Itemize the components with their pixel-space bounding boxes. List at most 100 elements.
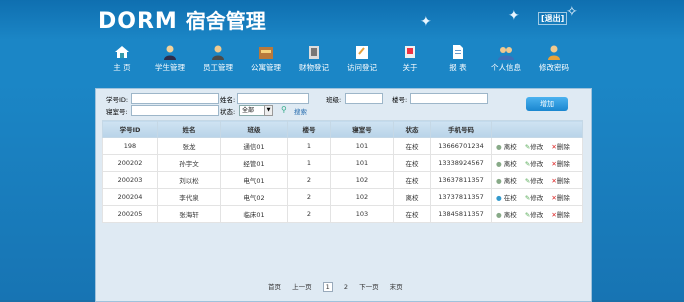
password-icon [548,45,560,60]
next-page-link[interactable]: 下一页 [359,283,379,291]
edit-link[interactable]: ✎修改 [525,143,543,151]
edit-label: 修改 [530,143,544,151]
brand-en: DORM [98,9,178,34]
cell-building: 2 [287,188,331,206]
last-page-link[interactable]: 末页 [390,283,403,291]
nav-item-property[interactable]: 财物登记 [290,44,338,73]
cell-id: 200204 [102,188,158,206]
cell-actions: ● 离校 ✎修改 ✕删除 [491,154,583,172]
dorm-label: 寝室号: [106,108,128,116]
edit-label: 修改 [530,211,544,219]
toggle-status-link[interactable]: ● 离校 [496,143,517,151]
nav-item-about[interactable]: 关于 [386,44,434,73]
edit-link[interactable]: ✎修改 [525,194,543,202]
toggle-status-link[interactable]: ● 离校 [496,177,517,185]
nav-item-staff[interactable]: 员工管理 [194,44,242,73]
cell-name: 孙宇文 [157,154,221,172]
edit-label: 修改 [530,194,544,202]
edit-link[interactable]: ✎修改 [525,211,543,219]
dot-icon: ● [496,143,502,151]
prev-page-link[interactable]: 上一页 [292,283,312,291]
column-header: 手机号码 [430,120,492,138]
column-header: 状态 [393,120,431,138]
property-icon [309,46,319,59]
first-page-link[interactable]: 首页 [268,283,281,291]
edit-link[interactable]: ✎修改 [525,160,543,168]
delete-link[interactable]: ✕删除 [551,143,569,151]
cell-name: 张海轩 [157,205,221,223]
nav-item-profile[interactable]: 个人信息 [482,44,530,73]
cell-class: 电气01 [220,171,288,189]
toggle-status-link[interactable]: ● 在校 [496,194,517,202]
chevron-down-icon[interactable]: ▼ [264,105,273,116]
dorm-input[interactable] [131,105,219,116]
cell-room: 102 [330,188,394,206]
nav-item-visits[interactable]: 访问登记 [338,44,386,73]
name-input[interactable] [237,93,309,104]
profile-icon [498,47,514,60]
cell-building: 2 [287,171,331,189]
class-label: 班级: [326,96,342,104]
nav-label: 访问登记 [347,63,377,72]
dot-icon: ● [496,177,502,185]
edit-link[interactable]: ✎修改 [525,177,543,185]
table-row: 200203 刘以松 电气01 2 102 在校 13637811357 ● 离… [102,171,583,189]
cell-phone: 13845811357 [430,205,492,223]
cell-room: 101 [330,137,394,155]
cell-status: 在校 [393,205,431,223]
cell-status: 在校 [393,137,431,155]
toggle-label: 离校 [503,160,517,168]
brand-logo: DORM 宿舍管理 [98,6,266,34]
delete-link[interactable]: ✕删除 [551,211,569,219]
toggle-status-link[interactable]: ● 离校 [496,211,517,219]
toggle-label: 离校 [503,143,517,151]
search-button[interactable]: 搜索 [294,106,307,116]
toggle-label: 在校 [503,194,517,202]
cell-phone: 13737811357 [430,188,492,206]
student-id-label: 学号ID: [106,96,129,104]
student-id-input[interactable] [131,93,219,104]
toggle-status-link[interactable]: ● 离校 [496,160,517,168]
delete-label: 删除 [556,143,570,151]
students-table: 学号ID 姓名 班级 楼号 寝室号 状态 手机号码 198 张龙 通信01 1 … [102,120,583,223]
nav-item-home[interactable]: 主 页 [98,44,146,73]
home-icon [115,46,129,58]
nav-label: 财物登记 [299,63,329,72]
column-header-actions [491,120,583,138]
delete-link[interactable]: ✕删除 [551,194,569,202]
logout-button[interactable]: [退出] [538,12,568,25]
cell-status: 离校 [393,188,431,206]
content-panel: 学号ID: 姓名: 班级: 楼号: 寝室号: 状态: 全部 ▼ ⚲ 搜索 增加 … [95,88,592,302]
column-header: 姓名 [157,120,221,138]
class-input[interactable] [345,93,383,104]
cell-building: 2 [287,205,331,223]
page-2-link[interactable]: 2 [344,283,348,291]
nav-item-report[interactable]: 报 表 [434,44,482,73]
cell-actions: ● 在校 ✎修改 ✕删除 [491,188,583,206]
decoration-icon: ✦ [508,8,520,24]
brand-zh: 宿舍管理 [185,9,266,33]
add-button[interactable]: 增加 [526,97,568,111]
cell-name: 李代泉 [157,188,221,206]
edit-label: 修改 [530,177,544,185]
page-1-link[interactable]: 1 [322,282,333,292]
nav-label: 员工管理 [203,63,233,72]
decoration-icon: ✦ [420,14,432,30]
delete-link[interactable]: ✕删除 [551,177,569,185]
cell-id: 200203 [102,171,158,189]
cell-room: 103 [330,205,394,223]
nav-item-password[interactable]: 修改密码 [530,44,578,73]
app-window: DORM 宿舍管理 ✦ ✦ ✧ [退出] 主 页 学生管理 员工管理 公寓管理 … [0,0,684,302]
cell-id: 198 [102,137,158,155]
cell-actions: ● 离校 ✎修改 ✕删除 [491,171,583,189]
cell-phone: 13637811357 [430,171,492,189]
building-input[interactable] [410,93,488,104]
status-select[interactable]: 全部 [239,105,265,116]
nav-item-apartments[interactable]: 公寓管理 [242,44,290,73]
name-label: 姓名: [220,96,236,104]
toggle-label: 离校 [503,177,517,185]
nav-item-students[interactable]: 学生管理 [146,44,194,73]
cell-room: 101 [330,154,394,172]
delete-link[interactable]: ✕删除 [551,160,569,168]
pagination: 首页 上一页 1 2 下一页 末页 [268,281,412,292]
